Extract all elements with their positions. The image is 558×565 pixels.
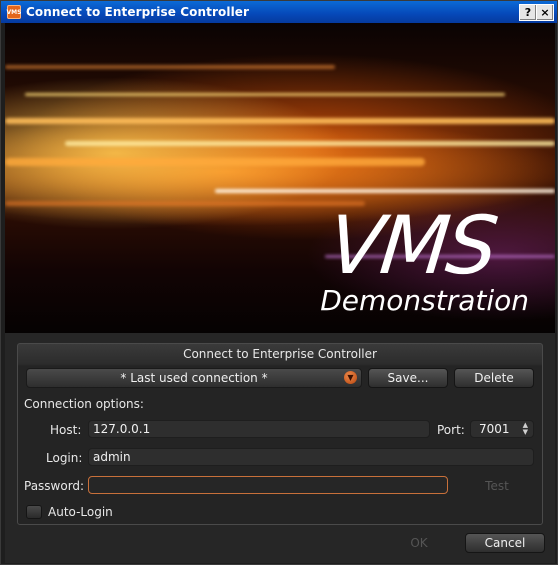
connect-dialog: VMS Connect to Enterprise Controller ? ×…: [0, 0, 558, 565]
login-input[interactable]: admin: [88, 448, 534, 466]
light-streak: [5, 118, 555, 124]
port-spinbox[interactable]: 7001 ▲ ▼: [470, 420, 534, 438]
auto-login-label[interactable]: Auto-Login: [48, 505, 113, 519]
light-streak: [215, 189, 555, 193]
password-label: Password:: [24, 479, 85, 493]
ok-button[interactable]: OK: [379, 533, 459, 553]
delete-button[interactable]: Delete: [454, 368, 534, 388]
spin-arrows-icon[interactable]: ▲ ▼: [523, 422, 528, 436]
auto-login-checkbox[interactable]: [26, 505, 42, 519]
login-value: admin: [93, 450, 131, 464]
light-streak: [5, 158, 425, 166]
light-streak: [5, 201, 365, 206]
selected-connection: * Last used connection *: [120, 371, 268, 385]
port-value: 7001: [479, 422, 510, 436]
host-label: Host:: [50, 423, 82, 437]
vms-app-icon: VMS: [7, 5, 21, 19]
port-label: Port:: [437, 423, 465, 437]
group-title: Connect to Enterprise Controller: [183, 347, 377, 361]
banner-subtitle: Demonstration: [320, 284, 529, 317]
help-button[interactable]: ?: [519, 4, 537, 21]
host-value: 127.0.0.1: [93, 422, 151, 436]
save-button[interactable]: Save...: [368, 368, 448, 388]
close-button[interactable]: ×: [536, 4, 554, 21]
light-streak: [5, 65, 335, 69]
title-bar: VMS Connect to Enterprise Controller ? ×: [1, 1, 557, 23]
light-streak: [25, 93, 505, 96]
brand-banner: VMS Demonstration: [5, 23, 555, 333]
login-label: Login:: [46, 451, 83, 465]
connection-group: Connect to Enterprise Controller * Last …: [17, 343, 543, 525]
connection-options-heading: Connection options:: [24, 397, 144, 411]
chevron-down-icon[interactable]: ▼: [344, 371, 357, 384]
connection-panel: Connect to Enterprise Controller * Last …: [5, 333, 555, 563]
saved-connection-select[interactable]: * Last used connection * ▼: [26, 368, 362, 388]
password-input[interactable]: [88, 476, 448, 494]
cancel-button[interactable]: Cancel: [465, 533, 545, 553]
window-title: Connect to Enterprise Controller: [26, 5, 250, 19]
host-input[interactable]: 127.0.0.1: [88, 420, 430, 438]
light-streak: [65, 141, 555, 146]
vms-logo: VMS: [324, 199, 500, 292]
test-button[interactable]: Test: [466, 476, 528, 496]
